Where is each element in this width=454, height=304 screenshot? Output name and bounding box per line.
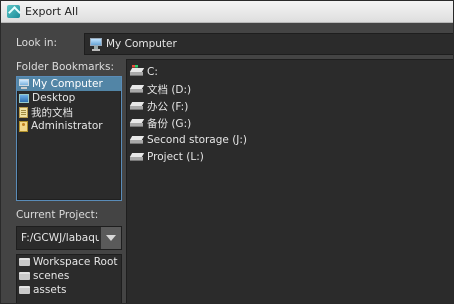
file-item-label: Project (L:) — [147, 151, 204, 163]
current-project-value: F:/GCWJ/labaqu — [21, 232, 99, 244]
look-in-label: Look in: — [16, 37, 58, 49]
chevron-down-icon — [106, 235, 116, 241]
file-item-label: 办公 (F:) — [147, 100, 189, 113]
file-item-label: Second storage (J:) — [147, 134, 248, 146]
desktop-icon — [19, 93, 29, 103]
drive-f[interactable]: 办公 (F:) — [129, 99, 189, 113]
file-list[interactable]: C: 文档 (D:) 办公 (F:) 备份 (G:) Second storag… — [126, 59, 453, 303]
look-in-value: My Computer — [106, 38, 177, 50]
drive-g[interactable]: 备份 (G:) — [129, 116, 192, 130]
bookmark-administrator[interactable]: Administrator — [17, 119, 121, 133]
bookmark-label: Desktop — [32, 92, 76, 104]
drive-l[interactable]: Project (L:) — [129, 150, 204, 164]
user-folder-icon — [19, 120, 28, 132]
file-item-label: 备份 (G:) — [147, 117, 192, 130]
bookmark-label: 我的文档 — [31, 106, 73, 119]
drive-icon — [129, 119, 145, 127]
look-in-dropdown[interactable]: My Computer — [84, 33, 453, 55]
project-item-workspace-root[interactable]: Workspace Root — [17, 255, 121, 269]
bookmark-desktop[interactable]: Desktop — [17, 91, 121, 105]
file-item-label: C: — [147, 66, 158, 78]
bookmark-my-documents[interactable]: 我的文档 — [17, 105, 121, 119]
folder-icon — [19, 258, 30, 266]
window-title: Export All — [25, 5, 79, 18]
bookmark-label: My Computer — [32, 78, 103, 90]
project-item-assets[interactable]: assets — [17, 283, 121, 297]
project-item-label: assets — [33, 284, 67, 296]
drive-icon — [129, 102, 145, 110]
title-bar[interactable]: Export All — [1, 1, 453, 23]
folder-icon — [19, 272, 30, 280]
monitor-icon — [90, 37, 102, 51]
drive-icon — [129, 85, 145, 93]
drive-icon — [129, 153, 145, 161]
drive-icon — [129, 65, 145, 76]
bookmark-label: Administrator — [31, 120, 103, 132]
project-folder-list[interactable]: Workspace Root scenes assets — [16, 254, 122, 303]
drive-d[interactable]: 文档 (D:) — [129, 82, 192, 96]
folder-bookmarks-label: Folder Bookmarks: — [16, 61, 114, 73]
project-item-label: scenes — [33, 270, 70, 282]
folder-bookmarks-list[interactable]: My Computer Desktop 我的文档 Administrator — [16, 76, 122, 201]
look-in-row: Look in: My Computer — [1, 31, 453, 55]
export-all-dialog: Export All Look in: My Computer Folder B… — [0, 0, 454, 304]
drive-c[interactable]: C: — [129, 65, 158, 79]
dropdown-button[interactable] — [101, 227, 121, 249]
current-project-label: Current Project: — [16, 209, 99, 221]
file-item-label: 文档 (D:) — [147, 83, 192, 96]
drive-j[interactable]: Second storage (J:) — [129, 133, 248, 147]
current-project-dropdown[interactable]: F:/GCWJ/labaqu — [16, 226, 122, 250]
drive-icon — [129, 136, 145, 144]
project-item-scenes[interactable]: scenes — [17, 269, 121, 283]
bookmark-my-computer[interactable]: My Computer — [17, 77, 121, 91]
folder-icon — [19, 286, 30, 294]
monitor-icon — [19, 79, 29, 89]
document-icon — [19, 106, 28, 118]
app-logo-icon — [7, 5, 20, 18]
project-item-label: Workspace Root — [33, 256, 118, 268]
